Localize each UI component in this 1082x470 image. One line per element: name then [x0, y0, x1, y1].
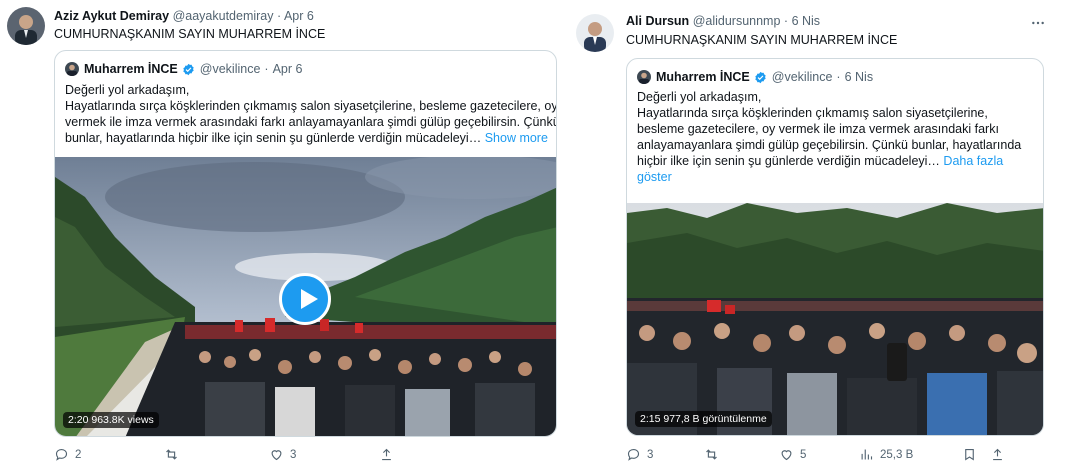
- tweet-text: CUMHURNAŞKANIM SAYIN MUHARREM İNCE: [54, 27, 326, 41]
- quote-line: besleme gazetecilere, oy vermek ile imza…: [637, 122, 999, 136]
- verified-badge-icon: [754, 71, 767, 84]
- show-more-link[interactable]: Daha fazla: [943, 154, 1003, 168]
- share-button[interactable]: [379, 447, 400, 462]
- quote-line: Değerli yol arkadaşım,: [637, 90, 762, 104]
- tweet-text: CUMHURNAŞKANIM SAYIN MUHARREM İNCE: [626, 33, 898, 47]
- share-button[interactable]: [990, 447, 1011, 462]
- action-bar: 2 3: [54, 447, 557, 463]
- views-count: 25,3 B: [880, 448, 914, 461]
- share-icon: [382, 448, 391, 461]
- quote-header: Muharrem İNCE @vekilince · 6 Nis: [637, 70, 873, 84]
- quote-line: Değerli yol arkadaşım,: [65, 83, 190, 97]
- author-name[interactable]: Ali Dursun: [626, 14, 689, 28]
- like-count: 3: [290, 448, 297, 461]
- reply-button[interactable]: 3: [626, 447, 653, 462]
- show-more-link-cont[interactable]: göster: [637, 169, 1021, 185]
- like-icon: [271, 450, 282, 461]
- bookmark-button[interactable]: [962, 447, 983, 462]
- video-duration: 2:15: [640, 413, 661, 425]
- tweet-date[interactable]: 6 Nis: [792, 14, 820, 28]
- video-thumbnail: [627, 203, 1043, 435]
- tweet-header: Aziz Aykut Demiray @aayakutdemiray · Apr…: [54, 9, 314, 23]
- like-button[interactable]: 3: [269, 447, 296, 462]
- play-icon[interactable]: [279, 273, 331, 325]
- quote-line: Hayatlarında sırça köşklerinden çıkmamış…: [637, 106, 988, 120]
- like-count: 5: [800, 448, 807, 461]
- quote-handle[interactable]: @vekilince: [200, 62, 261, 76]
- quote-author-name[interactable]: Muharrem İNCE: [84, 62, 178, 76]
- quote-handle[interactable]: @vekilince: [772, 70, 833, 84]
- quote-avatar: [65, 62, 79, 76]
- reply-count: 2: [75, 448, 82, 461]
- quote-line: hiçbir ilke için senin şu günlerde verdi…: [637, 154, 940, 168]
- views-icon: [861, 449, 873, 460]
- quote-line: bunlar, hayatlarında hiçbir ilke için se…: [65, 131, 482, 145]
- video-views: 977,8 B görüntülenme: [663, 413, 767, 425]
- share-icon: [993, 448, 1002, 461]
- quote-date[interactable]: Apr 6: [273, 62, 303, 76]
- avatar[interactable]: [7, 7, 45, 45]
- quoted-tweet[interactable]: Muharrem İNCE @vekilince · 6 Nis Değerli…: [626, 58, 1044, 436]
- video-views: 963.8K views: [91, 414, 154, 426]
- retweet-icon: [166, 449, 177, 460]
- video-stats: 2:20 963.8K views: [63, 412, 159, 428]
- tweet-ali-dursun[interactable]: Ali Dursun @alidursunnmp · 6 Nis CUMHURN…: [572, 0, 1082, 470]
- quote-header: Muharrem İNCE @vekilince · Apr 6: [65, 62, 302, 76]
- show-more-link[interactable]: Show more: [485, 131, 548, 145]
- author-handle[interactable]: @aayakutdemiray: [173, 9, 274, 23]
- tweet-date[interactable]: Apr 6: [284, 9, 314, 23]
- action-bar: 3 5 25,3 B: [626, 447, 1044, 463]
- reply-icon: [55, 448, 68, 461]
- quoted-tweet[interactable]: Muharrem İNCE @vekilince · Apr 6 Değerli…: [54, 50, 557, 437]
- video-stats: 2:15 977,8 B görüntülenme: [635, 411, 772, 427]
- author-name[interactable]: Aziz Aykut Demiray: [54, 9, 169, 23]
- reply-button[interactable]: 2: [54, 447, 81, 462]
- avatar[interactable]: [576, 14, 614, 52]
- video-duration: 2:20: [68, 414, 89, 426]
- views-button[interactable]: 25,3 B: [859, 447, 913, 462]
- quote-author-name[interactable]: Muharrem İNCE: [656, 70, 750, 84]
- video-player[interactable]: 2:20 963.8K views: [55, 157, 556, 436]
- retweet-button[interactable]: [704, 447, 725, 462]
- reply-count: 3: [647, 448, 654, 461]
- verified-badge-icon: [182, 63, 195, 76]
- retweet-icon: [706, 449, 717, 460]
- retweet-button[interactable]: [164, 447, 185, 462]
- reply-icon: [627, 448, 640, 461]
- author-handle[interactable]: @alidursunnmp: [693, 14, 781, 28]
- like-button[interactable]: 5: [779, 447, 806, 462]
- bookmark-icon: [965, 448, 974, 461]
- quote-line: anlayamayanlara şimdi gülüp geçebilirsin…: [637, 138, 1022, 152]
- tweet-header: Ali Dursun @alidursunnmp · 6 Nis: [626, 14, 821, 28]
- like-icon: [781, 450, 792, 461]
- more-icon[interactable]: [1030, 15, 1046, 31]
- tweet-aziz-aykut-demiray[interactable]: Aziz Aykut Demiray @aayakutdemiray · Apr…: [0, 0, 575, 470]
- quote-avatar: [637, 70, 651, 84]
- video-player[interactable]: 2:15 977,8 B görüntülenme: [627, 203, 1043, 435]
- quote-text: Değerli yol arkadaşım, Hayatlarında sırç…: [637, 89, 1021, 185]
- quote-text: Değerli yol arkadaşım, Hayatlarında sırç…: [65, 82, 557, 146]
- quote-line: Hayatlarında sırça köşklerinden çıkmamış…: [65, 99, 557, 113]
- quote-date[interactable]: 6 Nis: [845, 70, 873, 84]
- quote-line: vermek ile imza vermek arasındaki farkı …: [65, 115, 557, 129]
